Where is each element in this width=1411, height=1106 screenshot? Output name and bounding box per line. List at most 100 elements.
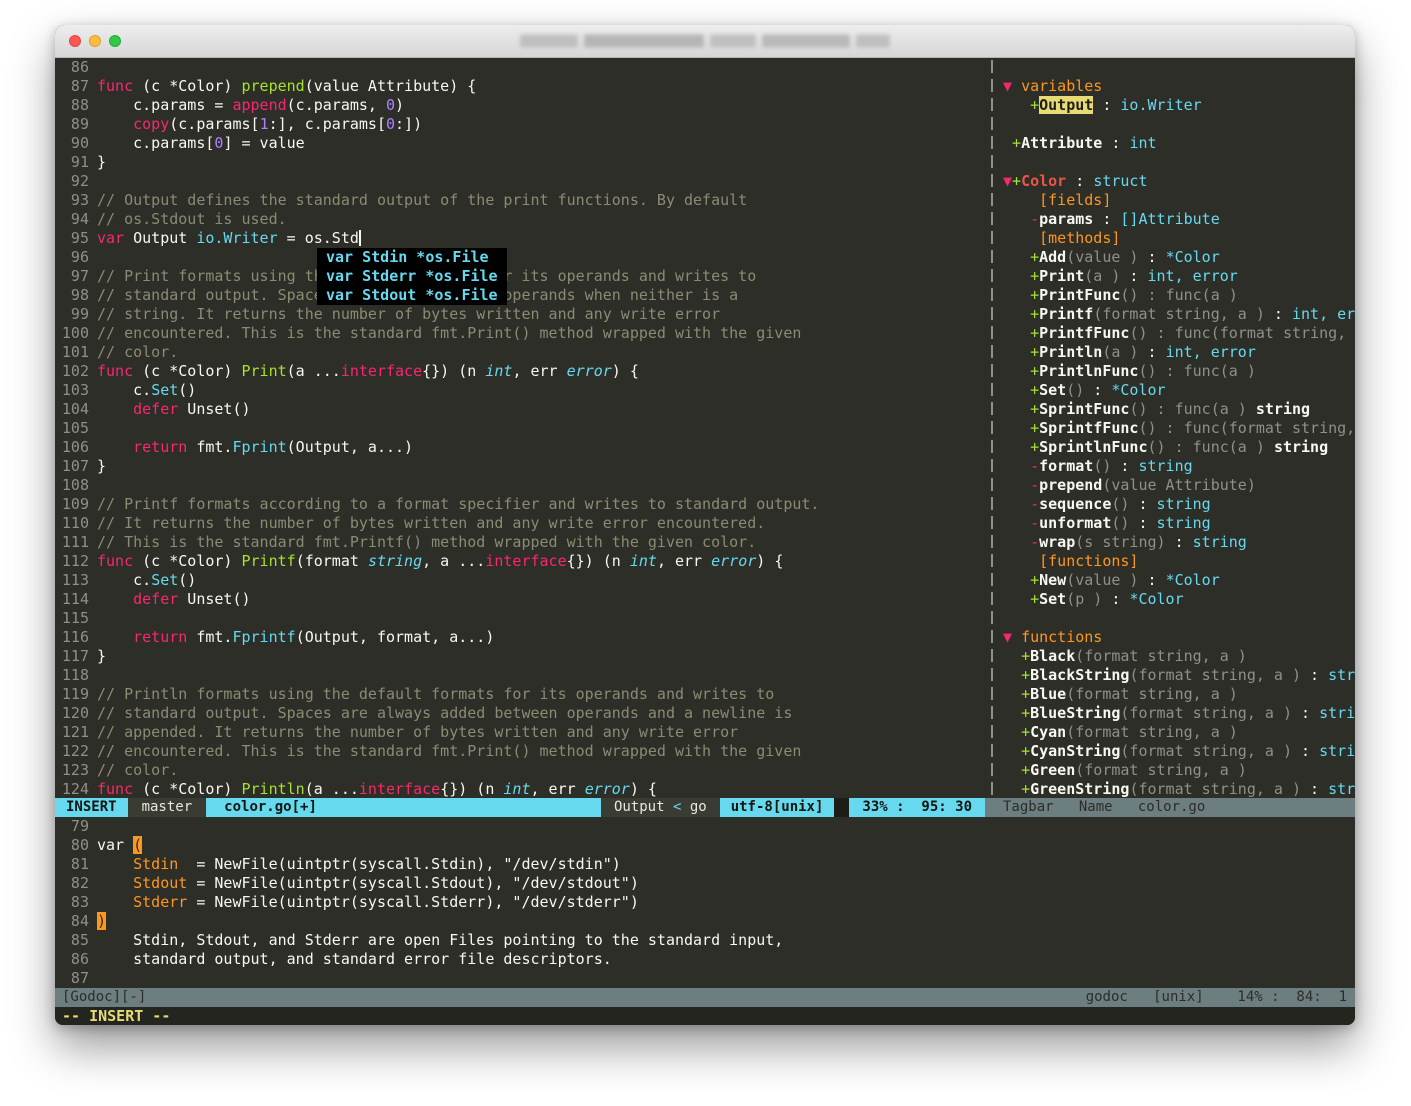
tagbar-item[interactable]: +Set() : *Color: [997, 381, 1355, 400]
godoc-line[interactable]: 80var (: [55, 836, 1355, 855]
godoc-line[interactable]: 85 Stdin, Stdout, and Stderr are open Fi…: [55, 931, 1355, 950]
completion-item[interactable]: var Stdout *os.File: [317, 286, 507, 305]
tagbar-item[interactable]: +SprintFunc() : func(a ) string: [997, 400, 1355, 419]
code-line[interactable]: 114 defer Unset(): [55, 590, 987, 609]
tagbar-item[interactable]: [997, 115, 1355, 134]
code-line[interactable]: 94// os.Stdout is used.: [55, 210, 987, 229]
completion-item[interactable]: var Stdin *os.File: [317, 248, 507, 267]
code-line[interactable]: 116 return fmt.Fprintf(Output, format, a…: [55, 628, 987, 647]
tagbar-item[interactable]: +CyanString(format string, a ) : string: [997, 742, 1355, 761]
code-line[interactable]: 123// color.: [55, 761, 987, 780]
tagbar-item[interactable]: -wrap(s string) : string: [997, 533, 1355, 552]
vertical-split-separator[interactable]: [987, 58, 997, 798]
tagbar-item[interactable]: [997, 153, 1355, 172]
tagbar-item[interactable]: +BlueString(format string, a ) : string: [997, 704, 1355, 723]
code-window[interactable]: 86 87func (c *Color) prepend(value Attri…: [55, 58, 987, 798]
code-line[interactable]: 124func (c *Color) Println(a ...interfac…: [55, 780, 987, 798]
tagbar-item[interactable]: +Black(format string, a ): [997, 647, 1355, 666]
godoc-preview-window[interactable]: 79 80var ( 81 Stdin = NewFile(uintptr(sy…: [55, 817, 1355, 988]
code-line[interactable]: 95var Output io.Writer = os.Std: [55, 229, 987, 248]
godoc-line[interactable]: 82 Stdout = NewFile(uintptr(syscall.Stdo…: [55, 874, 1355, 893]
code-line[interactable]: 108: [55, 476, 987, 495]
tagbar-item[interactable]: [997, 58, 1355, 77]
code-line[interactable]: 122// encountered. This is the standard …: [55, 742, 987, 761]
code-line[interactable]: 110// It returns the number of bytes wri…: [55, 514, 987, 533]
tagbar-item[interactable]: +New(value ) : *Color: [997, 571, 1355, 590]
completion-popup[interactable]: var Stdin *os.File var Stderr *os.Fileva…: [317, 248, 507, 305]
tagbar-item[interactable]: [fields]: [997, 191, 1355, 210]
tagbar-item[interactable]: +BlackString(format string, a ) : string: [997, 666, 1355, 685]
tagbar-item[interactable]: +Set(p ) : *Color: [997, 590, 1355, 609]
completion-item[interactable]: var Stderr *os.File: [317, 267, 507, 286]
code-line[interactable]: 92: [55, 172, 987, 191]
window-titlebar[interactable]: [55, 25, 1355, 58]
code-line[interactable]: 104 defer Unset(): [55, 400, 987, 419]
code-line[interactable]: 97// Print formats using the default for…: [55, 267, 987, 286]
code-line[interactable]: 113 c.Set(): [55, 571, 987, 590]
code-line[interactable]: 96: [55, 248, 987, 267]
tagbar-item[interactable]: +Blue(format string, a ): [997, 685, 1355, 704]
tagbar-item[interactable]: +Green(format string, a ): [997, 761, 1355, 780]
code-line[interactable]: 119// Println formats using the default …: [55, 685, 987, 704]
godoc-line[interactable]: 87: [55, 969, 1355, 988]
code-line[interactable]: 121// appended. It returns the number of…: [55, 723, 987, 742]
code-line[interactable]: 115: [55, 609, 987, 628]
code-line[interactable]: 117}: [55, 647, 987, 666]
code-line[interactable]: 87func (c *Color) prepend(value Attribut…: [55, 77, 987, 96]
tagbar-item[interactable]: ▼ variables: [997, 77, 1355, 96]
tagbar-item[interactable]: ▼ functions: [997, 628, 1355, 647]
code-line[interactable]: 109// Printf formats according to a form…: [55, 495, 987, 514]
tagbar-window[interactable]: ▼ variables +Output : io.Writer +Attribu…: [997, 58, 1355, 798]
code-line[interactable]: 93// Output defines the standard output …: [55, 191, 987, 210]
code-line[interactable]: 111// This is the standard fmt.Printf() …: [55, 533, 987, 552]
code-line[interactable]: 105: [55, 419, 987, 438]
code-line[interactable]: 120// standard output. Spaces are always…: [55, 704, 987, 723]
tagbar-item[interactable]: +SprintfFunc() : func(format string, a )…: [997, 419, 1355, 438]
godoc-line[interactable]: 86 standard output, and standard error f…: [55, 950, 1355, 969]
code-line[interactable]: 107}: [55, 457, 987, 476]
code-line[interactable]: 101// color.: [55, 343, 987, 362]
code-line[interactable]: 98// standard output. Spaces are added b…: [55, 286, 987, 305]
tagbar-item[interactable]: +Output : io.Writer: [997, 96, 1355, 115]
code-line[interactable]: 112func (c *Color) Printf(format string,…: [55, 552, 987, 571]
tagbar-item[interactable]: [997, 609, 1355, 628]
code-line[interactable]: 91}: [55, 153, 987, 172]
tagbar-item[interactable]: +Println(a ) : int, error: [997, 343, 1355, 362]
code-line[interactable]: 100// encountered. This is the standard …: [55, 324, 987, 343]
tagbar-item[interactable]: -params : []Attribute: [997, 210, 1355, 229]
godoc-line[interactable]: 81 Stdin = NewFile(uintptr(syscall.Stdin…: [55, 855, 1355, 874]
tagbar-item[interactable]: +Printf(format string, a ) : int, error: [997, 305, 1355, 324]
tagbar-item[interactable]: -prepend(value Attribute): [997, 476, 1355, 495]
tagbar-item[interactable]: +Add(value ) : *Color: [997, 248, 1355, 267]
tagbar-item[interactable]: +PrintFunc() : func(a ): [997, 286, 1355, 305]
tagbar-item[interactable]: ▼+Color : struct: [997, 172, 1355, 191]
code-line[interactable]: 90 c.params[0] = value: [55, 134, 987, 153]
zoom-button[interactable]: [109, 35, 121, 47]
tagbar-item[interactable]: +PrintlnFunc() : func(a ): [997, 362, 1355, 381]
tagbar-item[interactable]: -unformat() : string: [997, 514, 1355, 533]
close-button[interactable]: [69, 35, 81, 47]
tagbar-item[interactable]: -sequence() : string: [997, 495, 1355, 514]
tagbar-item[interactable]: +SprintlnFunc() : func(a ) string: [997, 438, 1355, 457]
code-line[interactable]: 118: [55, 666, 987, 685]
airline-statusline: INSERT master color.go[+] Output < go ut…: [55, 798, 1355, 817]
code-line[interactable]: 106 return fmt.Fprint(Output, a...): [55, 438, 987, 457]
tagbar-item[interactable]: [methods]: [997, 229, 1355, 248]
tagbar-item[interactable]: +PrintfFunc() : func(format string, a ): [997, 324, 1355, 343]
tagbar-item[interactable]: +Print(a ) : int, error: [997, 267, 1355, 286]
code-line[interactable]: 103 c.Set(): [55, 381, 987, 400]
tagbar-item[interactable]: +Cyan(format string, a ): [997, 723, 1355, 742]
tagbar-item[interactable]: +Attribute : int: [997, 134, 1355, 153]
code-line[interactable]: 89 copy(c.params[1:], c.params[0:]): [55, 115, 987, 134]
tagbar-item[interactable]: -format() : string: [997, 457, 1355, 476]
tagbar-item[interactable]: [functions]: [997, 552, 1355, 571]
code-line[interactable]: 99// string. It returns the number of by…: [55, 305, 987, 324]
code-line[interactable]: 86: [55, 58, 987, 77]
godoc-line[interactable]: 83 Stderr = NewFile(uintptr(syscall.Stde…: [55, 893, 1355, 912]
godoc-line[interactable]: 79: [55, 817, 1355, 836]
minimize-button[interactable]: [89, 35, 101, 47]
code-line[interactable]: 88 c.params = append(c.params, 0): [55, 96, 987, 115]
godoc-line[interactable]: 84): [55, 912, 1355, 931]
code-line[interactable]: 102func (c *Color) Print(a ...interface{…: [55, 362, 987, 381]
tagbar-item[interactable]: +GreenString(format string, a ) : string: [997, 780, 1355, 798]
